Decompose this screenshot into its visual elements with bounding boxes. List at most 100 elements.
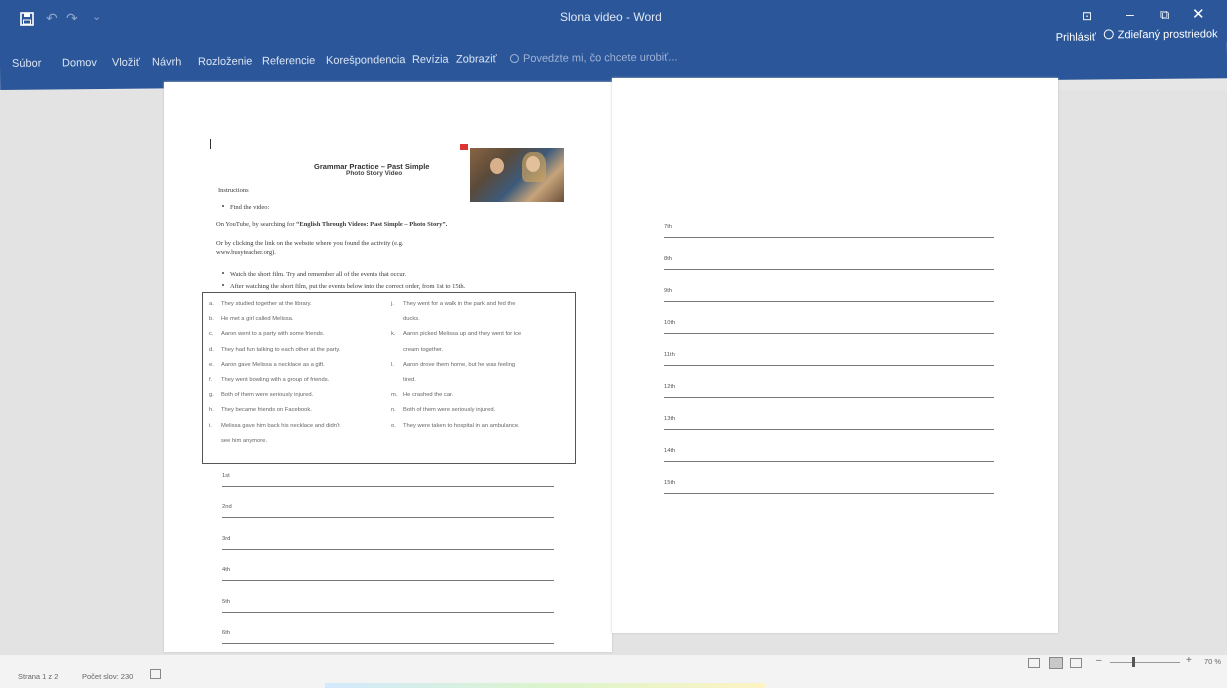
sign-in-link[interactable]: Prihlásiť [1056, 31, 1096, 43]
answer-line[interactable] [222, 580, 554, 582]
answer-number: 9th [664, 288, 673, 294]
event-letter: m. [391, 392, 398, 399]
customize-quick-access-icon[interactable]: ⌄ [92, 10, 101, 23]
status-bar: Strana 1 z 2 Počet slov: 230 – + 70 % [0, 655, 1227, 688]
document-subtitle: Photo Story Video [346, 170, 403, 177]
answer-line[interactable] [664, 365, 994, 366]
page-count[interactable]: Strana 1 z 2 [18, 672, 58, 681]
event-letter: l. [391, 361, 394, 368]
event-item: k. Aaron picked Melissa up and they went … [391, 331, 521, 337]
event-text: He met a girl called Melissa. [221, 316, 294, 323]
ribbon-display-options-icon[interactable]: ⊡ [1082, 9, 1092, 23]
event-item: l. Aaron drove them home, but he was feel… [391, 362, 515, 368]
event-letter: k. [391, 331, 396, 338]
proofing-icon[interactable] [150, 669, 161, 679]
event-letter: f. [209, 377, 213, 383]
event-item: j. They went for a walk in the park and f… [391, 301, 515, 307]
answer-number: 1st [222, 473, 230, 479]
page-2[interactable]: 7th 8th 9th 10th 11th 12th 13th 14th 15th [612, 78, 1058, 633]
zoom-level[interactable]: 70 % [1204, 657, 1221, 666]
event-text: They became friends on Facebook. [221, 407, 312, 414]
tab-layout[interactable]: Rozloženie [198, 56, 253, 69]
bullet-dot [222, 205, 224, 207]
window-title: Slona video - Word [560, 10, 662, 24]
bullet-text: After watching the short film, put the e… [230, 283, 466, 290]
answer-number: 10th [664, 320, 676, 326]
answer-line[interactable] [664, 269, 994, 270]
share-button[interactable]: Zdieľaný prostriedok [1103, 28, 1218, 41]
answer-line[interactable] [222, 517, 554, 519]
web-layout-icon[interactable] [1070, 658, 1082, 668]
zoom-out-button[interactable]: – [1096, 655, 1102, 666]
youtube-paragraph: On YouTube, by searching for “English Th… [216, 221, 447, 228]
tab-references[interactable]: Referencie [262, 55, 315, 68]
answer-number: 14th [664, 448, 676, 454]
tab-review[interactable]: Revízia [412, 54, 449, 66]
save-icon[interactable] [20, 12, 34, 26]
event-text: Aaron picked Melissa up and they went fo… [403, 331, 522, 338]
tab-insert[interactable]: Vložiť [112, 57, 140, 69]
answer-number: 6th [222, 630, 231, 636]
undo-icon[interactable]: ↶ [46, 10, 58, 27]
bullet-dot [222, 272, 224, 274]
bullet-text: Find the video: [230, 204, 270, 211]
answer-line[interactable] [664, 461, 994, 462]
zoom-slider-thumb[interactable] [1132, 657, 1135, 667]
event-item: g. Both of them were seriously injured. [209, 392, 313, 398]
event-text: Both of them were seriously injured. [403, 407, 496, 414]
event-item: ducks. [391, 316, 420, 322]
answer-line[interactable] [222, 548, 554, 550]
zoom-in-button[interactable]: + [1186, 655, 1192, 666]
document-canvas[interactable]: Grammar Practice – Past Simple Photo Sto… [0, 78, 1227, 655]
word-count[interactable]: Počet slov: 230 [82, 672, 133, 681]
instructions-heading: Instructions [218, 187, 249, 194]
answer-line[interactable] [664, 333, 994, 334]
event-text: Aaron drove them home, but he was feelin… [403, 361, 516, 368]
tab-mailings[interactable]: Korešpondencia [326, 54, 406, 67]
event-item: o. They were taken to hospital in an ambu… [391, 423, 520, 429]
tell-me-search[interactable]: Povedzte mi, čo chcete urobiť... [509, 51, 678, 65]
event-letter: a. [209, 301, 214, 307]
event-item: h. They became friends on Facebook. [209, 407, 312, 413]
event-item: f. They went bowling with a group of frie… [209, 377, 329, 383]
answer-line[interactable] [664, 493, 994, 494]
answer-line[interactable] [664, 237, 994, 238]
answer-number: 4th [222, 567, 231, 574]
zoom-slider[interactable] [1110, 662, 1180, 663]
event-letter: b. [209, 316, 214, 323]
redo-icon[interactable]: ↷ [66, 10, 78, 27]
answer-number: 7th [664, 224, 673, 230]
minimize-button[interactable]: – [1126, 6, 1134, 22]
event-text: They were taken to hospital in an ambula… [403, 422, 520, 429]
search-phrase: “English Through Videos: Past Simple – P… [296, 221, 448, 228]
event-letter: i. [209, 422, 212, 429]
tab-design[interactable]: Návrh [152, 56, 181, 68]
tab-view[interactable]: Zobraziť [456, 53, 497, 65]
event-letter: o. [391, 422, 396, 429]
event-text: Aaron went to a party with some friends. [221, 331, 325, 338]
person-icon [1103, 29, 1114, 40]
event-text: ducks. [403, 316, 420, 323]
print-layout-icon[interactable] [1049, 657, 1063, 669]
answer-line[interactable] [222, 643, 554, 644]
bullet-watch: Watch the short film. Try and remember a… [222, 271, 406, 278]
tab-file[interactable]: Súbor [12, 58, 41, 70]
maximize-button[interactable]: ⧉ [1160, 7, 1169, 23]
read-mode-icon[interactable] [1028, 658, 1040, 668]
event-text: see him anymore. [221, 437, 268, 444]
close-button[interactable]: ✕ [1192, 5, 1205, 23]
answer-line[interactable] [222, 611, 554, 613]
answer-line[interactable] [664, 301, 994, 302]
link-paragraph-line-2: www.busyteacher.org). [216, 249, 276, 256]
tell-me-placeholder: Povedzte mi, čo chcete urobiť... [522, 51, 678, 65]
answer-line[interactable] [222, 486, 554, 487]
paragraph-text: On YouTube, by searching for [216, 221, 297, 228]
taskbar-strip [325, 683, 765, 688]
event-item: tired. [391, 377, 416, 383]
ribbon-decoration [460, 144, 468, 150]
answer-line[interactable] [664, 397, 994, 398]
tab-home[interactable]: Domov [62, 57, 97, 69]
answer-line[interactable] [664, 429, 994, 430]
page-1[interactable]: Grammar Practice – Past Simple Photo Sto… [164, 82, 612, 652]
event-letter: g. [209, 392, 214, 399]
